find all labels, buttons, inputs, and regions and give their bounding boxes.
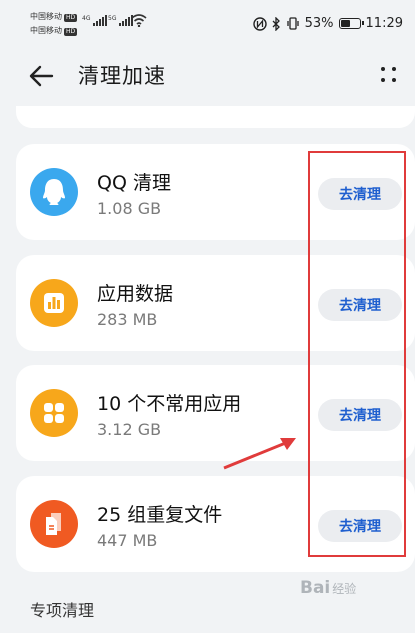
annotation-arrow-icon xyxy=(223,438,296,470)
annotation-highlight-box xyxy=(308,151,406,557)
back-arrow-icon[interactable] xyxy=(26,60,58,92)
item-size: 283 MB xyxy=(97,310,158,329)
app-header: 清理加速 xyxy=(0,46,415,106)
nfc-icon xyxy=(252,16,267,31)
item-name: 25 组重复文件 xyxy=(97,504,223,526)
app-data-icon xyxy=(30,279,78,327)
clock: 11:29 xyxy=(365,16,403,31)
carrier-2: 中国移动 HD xyxy=(30,26,78,36)
watermark-logo: Bai 经验 xyxy=(300,578,357,598)
battery-percent: 53% xyxy=(304,16,334,31)
signal-icon-2: 5G xyxy=(108,15,134,26)
item-size: 447 MB xyxy=(97,531,158,550)
carrier-1: 中国移动 HD xyxy=(30,12,78,22)
status-bar: 中国移动 HD 中国移动 HD 4G 5G 53% 11:29 xyxy=(0,0,415,46)
section-title: 专项清理 xyxy=(30,601,95,620)
vibrate-icon xyxy=(286,17,299,30)
status-right: 53% 11:29 xyxy=(252,16,403,31)
signal-icon-1: 4G xyxy=(82,15,108,26)
item-name: 应用数据 xyxy=(97,283,174,305)
item-size: 1.08 GB xyxy=(97,199,162,218)
duplicate-files-icon xyxy=(30,500,78,548)
item-name: QQ 清理 xyxy=(97,172,171,194)
page-title: 清理加速 xyxy=(78,64,166,88)
battery-icon xyxy=(338,18,364,29)
item-size: 3.12 GB xyxy=(97,420,162,439)
apps-grid-icon xyxy=(30,389,78,437)
previous-card-edge xyxy=(16,106,415,128)
qq-icon xyxy=(30,168,78,216)
wifi-icon xyxy=(131,14,147,28)
item-name: 10 个不常用应用 xyxy=(97,393,242,415)
bluetooth-icon xyxy=(272,16,280,31)
more-options-icon[interactable] xyxy=(379,64,399,84)
